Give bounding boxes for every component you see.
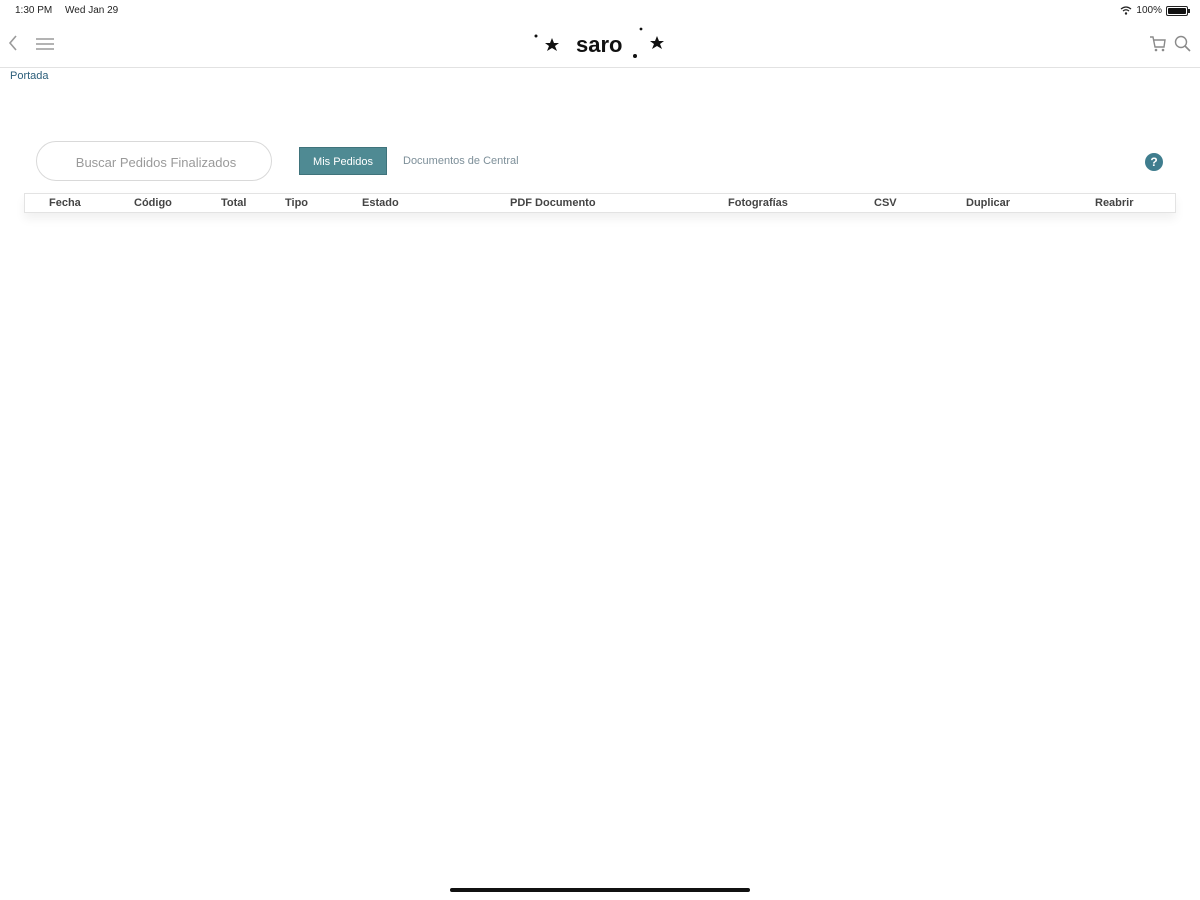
menu-icon[interactable] xyxy=(36,37,54,55)
app-page: 1:30 PM Wed Jan 29 100% saro Portada Bus… xyxy=(0,0,1200,900)
column-header-csv[interactable]: CSV xyxy=(874,197,897,209)
breadcrumb-home[interactable]: Portada xyxy=(10,70,49,82)
orders-table: Fecha Código Total Tipo Estado PDF Docum… xyxy=(24,193,1176,213)
status-right: 100% xyxy=(1120,5,1190,16)
battery-icon xyxy=(1166,5,1190,16)
column-header-estado[interactable]: Estado xyxy=(362,197,399,209)
brand-logo[interactable]: saro xyxy=(530,26,670,62)
help-icon[interactable]: ? xyxy=(1145,153,1163,171)
tab-mis-pedidos[interactable]: Mis Pedidos xyxy=(299,147,387,175)
column-header-pdf-documento[interactable]: PDF Documento xyxy=(510,197,596,209)
search-orders-input[interactable] xyxy=(37,142,275,182)
column-header-codigo[interactable]: Código xyxy=(134,197,172,209)
status-time: 1:30 PM xyxy=(15,5,53,16)
column-header-tipo[interactable]: Tipo xyxy=(285,197,308,209)
cart-icon[interactable] xyxy=(1149,35,1167,58)
app-header: saro xyxy=(0,22,1200,68)
column-header-fotografias[interactable]: Fotografías xyxy=(728,197,788,209)
status-left: 1:30 PM Wed Jan 29 xyxy=(15,5,128,16)
search-orders-field xyxy=(36,141,275,182)
back-icon[interactable] xyxy=(8,35,18,56)
search-icon[interactable] xyxy=(1174,35,1192,58)
home-indicator[interactable] xyxy=(450,888,750,892)
status-bar: 1:30 PM Wed Jan 29 100% xyxy=(0,0,1200,22)
column-header-duplicar[interactable]: Duplicar xyxy=(966,197,1010,209)
status-date: Wed Jan 29 xyxy=(65,5,119,16)
battery-percent: 100% xyxy=(1136,5,1162,16)
wifi-icon xyxy=(1120,6,1132,15)
logo-text: saro xyxy=(576,32,623,57)
column-header-reabrir[interactable]: Reabrir xyxy=(1095,197,1134,209)
column-header-fecha[interactable]: Fecha xyxy=(49,197,81,209)
column-header-total[interactable]: Total xyxy=(221,197,246,209)
tab-documentos-central[interactable]: Documentos de Central xyxy=(403,155,519,167)
